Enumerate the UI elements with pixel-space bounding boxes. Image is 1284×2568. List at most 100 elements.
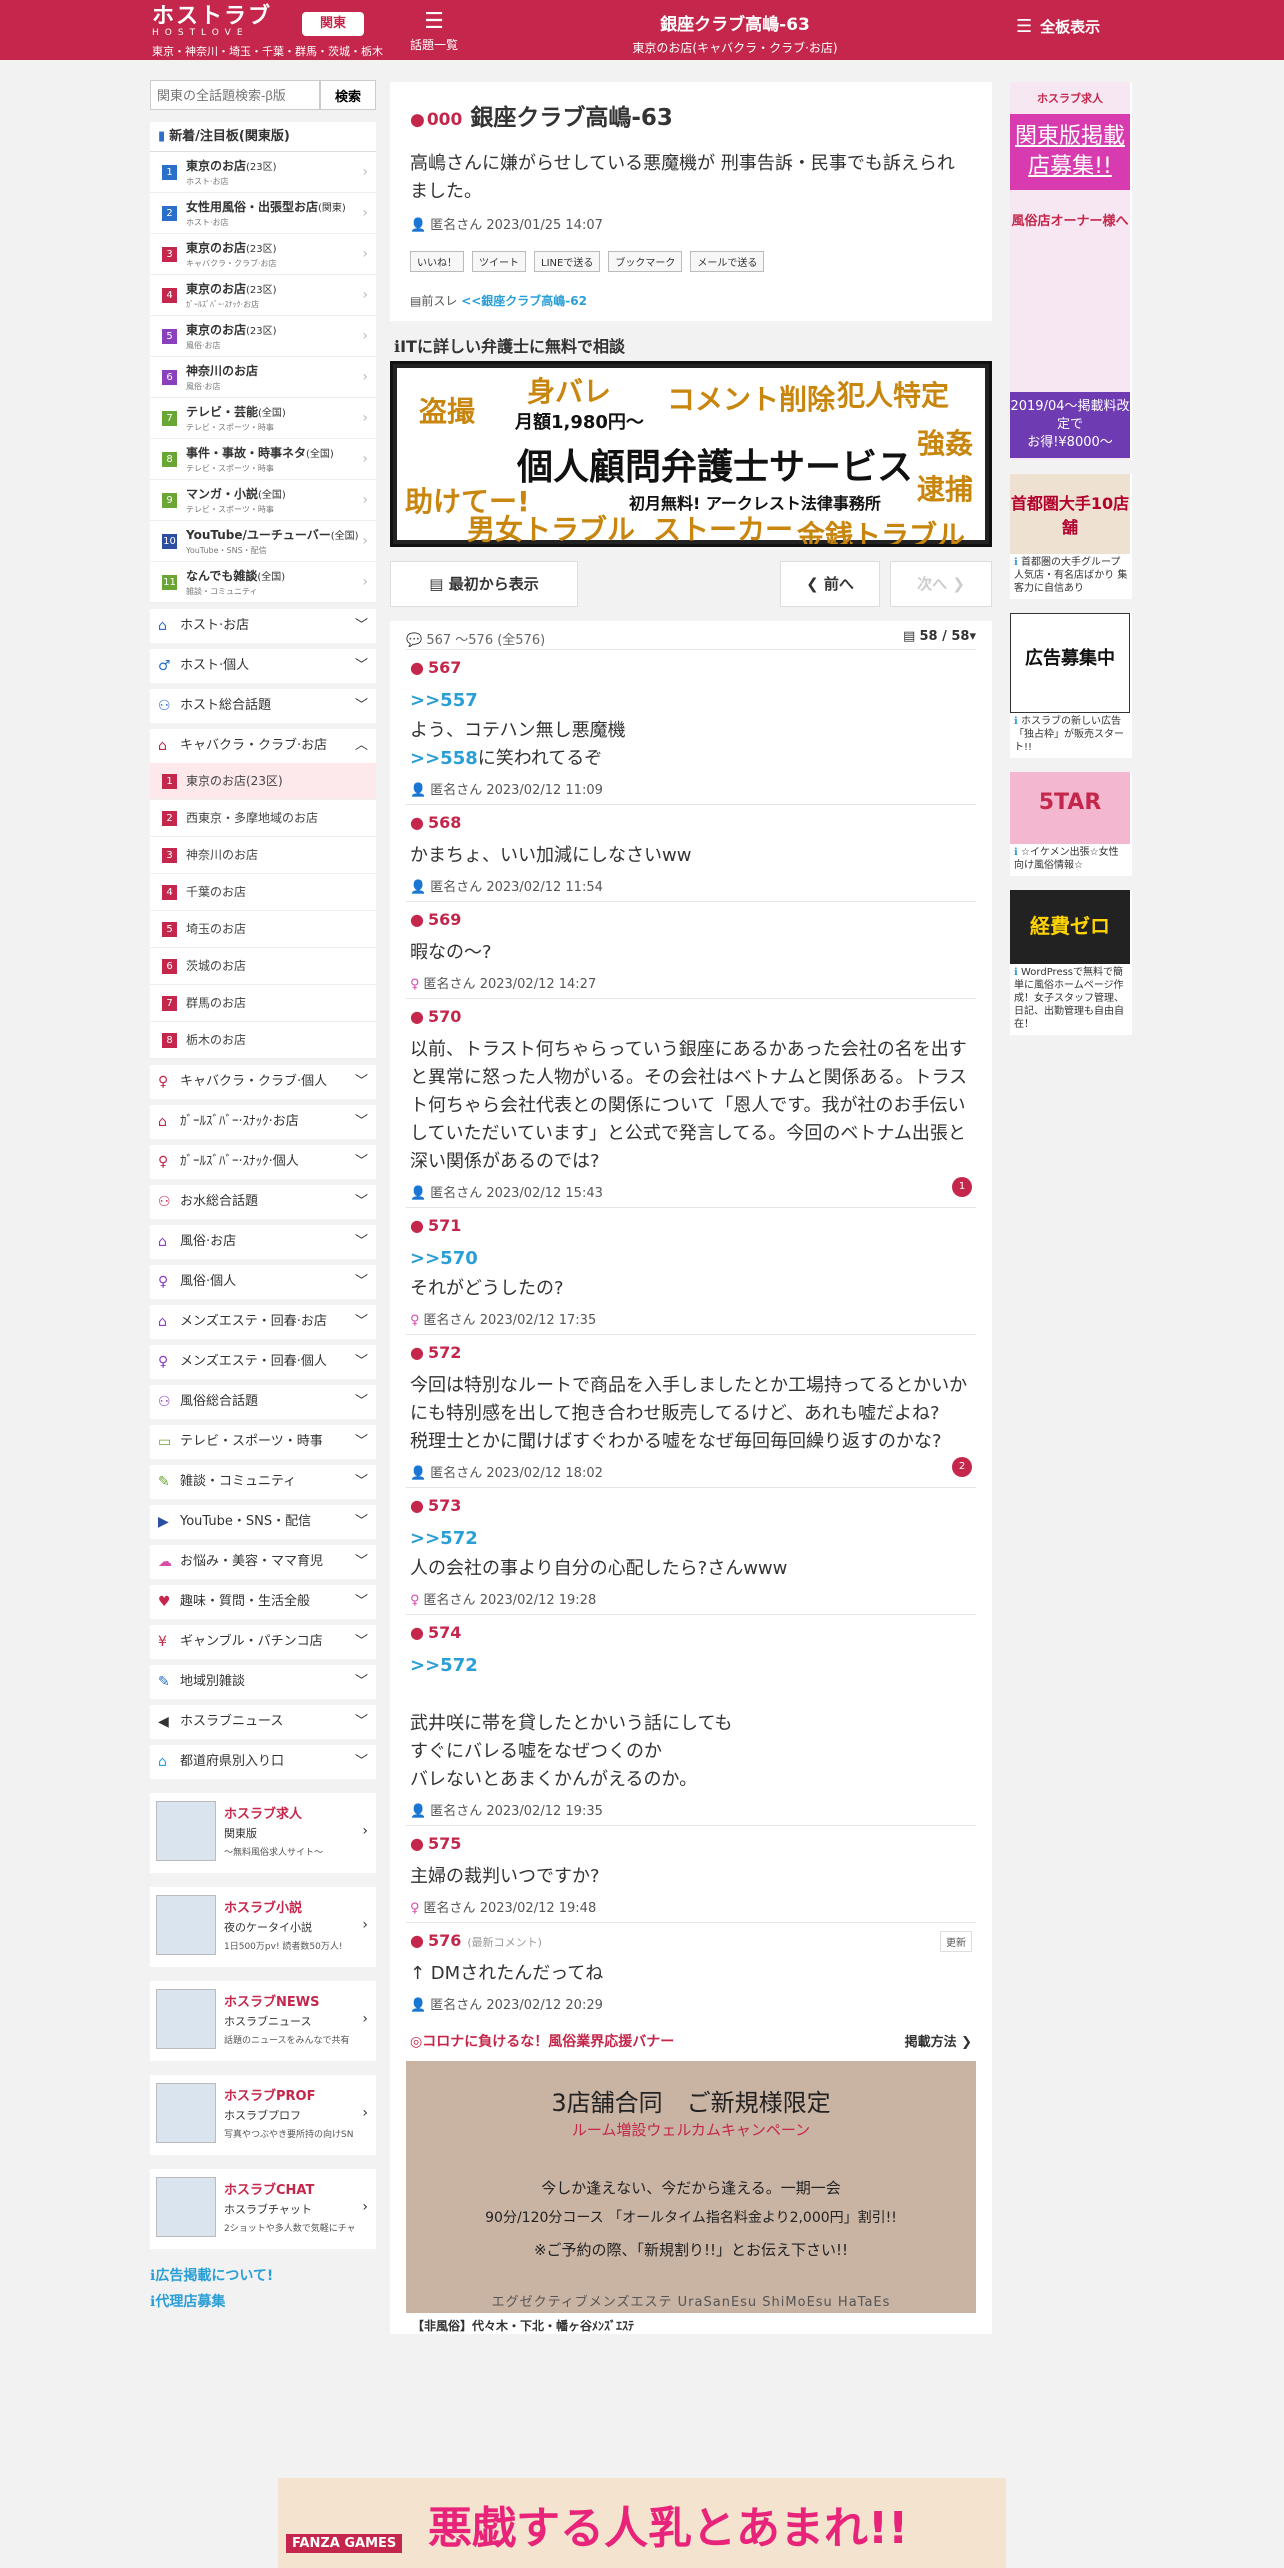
category-item[interactable]: ▶ YouTube・SNS・配信 ﹀ [150, 1505, 376, 1539]
reply-anchor-link[interactable]: >>557 [410, 687, 972, 715]
lawyer-banner[interactable]: 盗撮 身バレ コメント削除 犯人特定 強姦 逮捕 助けてー! 男女トラブル スト… [390, 361, 992, 547]
category-item[interactable]: ⚇ 風俗総合話題 ﹀ [150, 1385, 376, 1419]
right-ad-5tar[interactable]: 5TAR ℹ ☆イケメン出張☆女性向け風俗情報☆ [1010, 772, 1132, 876]
reply-anchor-link[interactable]: >>558 [410, 748, 478, 769]
popular-board-item[interactable]: 4 東京のお店(23区) ｶﾞｰﾙｽﾞﾊﾞｰ·ｽﾅｯｸ·お店 › [150, 275, 376, 316]
category-item[interactable]: ♀ キャバクラ・クラブ·個人 ﹀ [150, 1065, 376, 1099]
right-ad-recruiting[interactable]: 広告募集中 ℹ ホスラブの新しい広告「独占枠」が販売スタート!! [1010, 613, 1132, 758]
refresh-button[interactable]: 更新 [940, 1931, 972, 1952]
right-ad-big10[interactable]: 首都圏大手10店舗 ℹ 首都圏の大手グループ 人気店・有名店ばかり 集客力に自信… [1010, 474, 1132, 599]
service-ad[interactable]: ホスラブNEWS ホスラブニュース 話題のニュースをみんなで共有 › [150, 1981, 376, 2061]
popular-board-item[interactable]: 9 マンガ・小説(全国) テレビ・スポーツ・時事 › [150, 480, 376, 521]
category-item[interactable]: ⌂ ｶﾞｰﾙｽﾞﾊﾞｰ·ｽﾅｯｸ·お店 ﹀ [150, 1105, 376, 1139]
category-item[interactable]: ⌂ メンズエステ・回春·お店 ﹀ [150, 1305, 376, 1339]
board-name: マンガ・小説 [186, 487, 259, 501]
promo-line: 3店舗合同 ご新規様限定 [551, 2089, 831, 2117]
popular-board-item[interactable]: 8 事件・事故・時事ネタ(全国) テレビ・スポーツ・時事 › [150, 439, 376, 480]
right-ad-recruit[interactable]: ホスラブ求人 関東版掲載店募集!! 風俗店オーナー様へ 2019/04〜掲載料改… [1010, 82, 1132, 460]
banner-word: 盗撮 [419, 395, 476, 428]
response-number[interactable]: ● 576 (最新コメント) [410, 1931, 972, 1950]
service-ad[interactable]: ホスラブ求人 関東版 〜無料風俗求人サイト〜 › [150, 1793, 376, 1873]
recruit-ad-date: 2019/04〜掲載料改定で [1010, 399, 1130, 432]
cabaret-subcategory[interactable]: 8 栃木のお店 [150, 1022, 376, 1059]
popular-board-item[interactable]: 6 神奈川のお店 風俗·お店 › [150, 357, 376, 398]
line-share-button[interactable]: LINEで送る [534, 251, 601, 272]
next-page-button[interactable]: 次へ ❯ [890, 561, 992, 607]
page-number: 58 / 58 [919, 629, 970, 644]
popular-board-item[interactable]: 1 東京のお店(23区) ホスト·お店 › [150, 152, 376, 193]
response-number[interactable]: ● 571 [410, 1216, 972, 1235]
ad-info-link[interactable]: ℹ広告掲載について! [150, 2263, 376, 2289]
response-number[interactable]: ● 574 [410, 1623, 972, 1642]
info-icon: ℹ [1014, 557, 1018, 568]
bottom-banner-ad[interactable]: FANZA GAMES 悪戯する人乳とあまれ!! [278, 2478, 1006, 2568]
category-item[interactable]: ♂ ホスト·個人 ﹀ [150, 649, 376, 683]
reply-anchor-link[interactable]: >>572 [410, 1652, 972, 1680]
mail-share-button[interactable]: メールで送る [690, 251, 765, 272]
right-ad-zero[interactable]: 経費ゼロ ℹ WordPressで無料で簡単に風俗ホームページ作成！女子スタッフ… [1010, 890, 1132, 1035]
service-ad[interactable]: ホスラブCHAT ホスラブチャット 2ショットや多人数で気軽にチャット › [150, 2169, 376, 2249]
response-number[interactable]: ● 572 [410, 1343, 972, 1362]
response-number[interactable]: ● 568 [410, 813, 972, 832]
cabaret-subcategory[interactable]: 1 東京のお店(23区) [150, 763, 376, 800]
site-logo[interactable]: ホストラブ HOSTLOVE 東京・神奈川・埼玉・千葉・群馬・茨城・栃木 [152, 6, 383, 59]
popular-board-item[interactable]: 2 女性用風俗・出張型お店(関東) ホスト·お店 › [150, 193, 376, 234]
response-number[interactable]: ● 570 [410, 1007, 972, 1026]
cabaret-subcategory[interactable]: 2 西東京・多摩地域のお店 [150, 800, 376, 837]
category-item[interactable]: ♥ 趣味・質問・生活全般 ﹀ [150, 1585, 376, 1619]
category-item[interactable]: ¥ ギャンブル・パチンコ店 ﹀ [150, 1625, 376, 1659]
search-input[interactable] [150, 80, 320, 110]
cabaret-subcategory[interactable]: 7 群馬のお店 [150, 985, 376, 1022]
cabaret-subcategory[interactable]: 5 埼玉のお店 [150, 911, 376, 948]
category-item[interactable]: ▭ テレビ・スポーツ・時事 ﹀ [150, 1425, 376, 1459]
service-ad[interactable]: ホスラブ小説 夜のケータイ小説 1日500万pv! 読者数50万人! › [150, 1887, 376, 1967]
all-boards-button[interactable]: ☰ 全板表示 [1016, 16, 1136, 37]
cabaret-subcategory[interactable]: 6 茨城のお店 [150, 948, 376, 985]
category-item[interactable]: ⌂ ホスト·お店 ﹀ [150, 609, 376, 643]
category-icon: ⚇ [158, 1194, 171, 1210]
service-ad[interactable]: ホスラブPROF ホスラブプロフ 写真やつぶやき要所持の向けSNS › [150, 2075, 376, 2155]
popular-board-item[interactable]: 3 東京のお店(23区) キャバクラ・クラブ·お店 › [150, 234, 376, 275]
category-item[interactable]: ✎ 雑談・コミュニティ ﹀ [150, 1465, 376, 1499]
category-item[interactable]: ⚇ お水総合話題 ﹀ [150, 1185, 376, 1219]
category-item[interactable]: ☁ お悩み・美容・ママ育児 ﹀ [150, 1545, 376, 1579]
banner-word: 男女トラブル [467, 513, 636, 546]
category-cabaret-shop[interactable]: ⌂ キャバクラ・クラブ·お店 ︿ [150, 729, 376, 763]
region-button[interactable]: 関東 [302, 12, 364, 36]
show-from-start-button[interactable]: ▤ 最初から表示 [390, 561, 578, 607]
popular-board-item[interactable]: 7 テレビ・芸能(全国) テレビ・スポーツ・時事 › [150, 398, 376, 439]
reply-count-badge[interactable]: 1 [952, 1177, 972, 1197]
reply-anchor-link[interactable]: >>572 [410, 1525, 972, 1553]
category-item[interactable]: ◀ ホスラブニュース ﹀ [150, 1705, 376, 1739]
prev-page-button[interactable]: ❮ 前へ [780, 561, 880, 607]
reply-count-badge[interactable]: 2 [952, 1457, 972, 1477]
topic-list-button[interactable]: ☰ 話題一覧 [404, 8, 464, 53]
popular-board-item[interactable]: 10 YouTube/ユーチューバー(全国) YouTube・SNS・配信 › [150, 521, 376, 562]
agency-link[interactable]: ℹ代理店募集 [150, 2289, 376, 2315]
promo-caption[interactable]: 【非風俗】代々木・下北・幡ヶ谷ﾒﾝｽﾞｴｽﾃ [406, 2317, 976, 2334]
category-item[interactable]: ♀ メンズエステ・回春·個人 ﹀ [150, 1345, 376, 1379]
response-number[interactable]: ● 575 [410, 1834, 972, 1853]
category-item[interactable]: ⌂ 都道府県別入り口 ﹀ [150, 1745, 376, 1779]
promo-banner[interactable]: 3店舗合同 ご新規様限定 ルーム増設ウェルカムキャンペーン 今しか逢えない、今だ… [406, 2061, 976, 2313]
cabaret-subcategory[interactable]: 4 千葉のお店 [150, 874, 376, 911]
promo-method-link[interactable]: 掲載方法 ❯ [905, 2031, 972, 2050]
category-item[interactable]: ⚇ ホスト総合話題 ﹀ [150, 689, 376, 723]
category-item[interactable]: ✎ 地域別雑談 ﹀ [150, 1665, 376, 1699]
reply-anchor-link[interactable]: >>570 [410, 1245, 972, 1273]
response-number[interactable]: ● 573 [410, 1496, 972, 1515]
popular-board-item[interactable]: 5 東京のお店(23区) 風俗·お店 › [150, 316, 376, 357]
previous-thread-link[interactable]: <<銀座クラブ高嶋-62 [461, 294, 587, 308]
page-indicator[interactable]: ▤ 58 / 58▾ [903, 629, 976, 644]
search-button[interactable]: 検索 [320, 80, 376, 110]
response-number[interactable]: ● 569 [410, 910, 972, 929]
popular-board-item[interactable]: 11 なんでも雑談(全国) 雑談・コミュニティ › [150, 562, 376, 603]
response-number[interactable]: ● 567 [410, 658, 972, 677]
facebook-like-button[interactable]: いいね！ [410, 251, 464, 272]
tweet-button[interactable]: ツイート [472, 251, 526, 272]
category-item[interactable]: ⌂ 風俗·お店 ﹀ [150, 1225, 376, 1259]
bookmark-button[interactable]: ブックマーク [608, 251, 683, 272]
category-item[interactable]: ♀ 風俗·個人 ﹀ [150, 1265, 376, 1299]
cabaret-subcategory[interactable]: 3 神奈川のお店 [150, 837, 376, 874]
category-item[interactable]: ♀ ｶﾞｰﾙｽﾞﾊﾞｰ·ｽﾅｯｸ·個人 ﹀ [150, 1145, 376, 1179]
